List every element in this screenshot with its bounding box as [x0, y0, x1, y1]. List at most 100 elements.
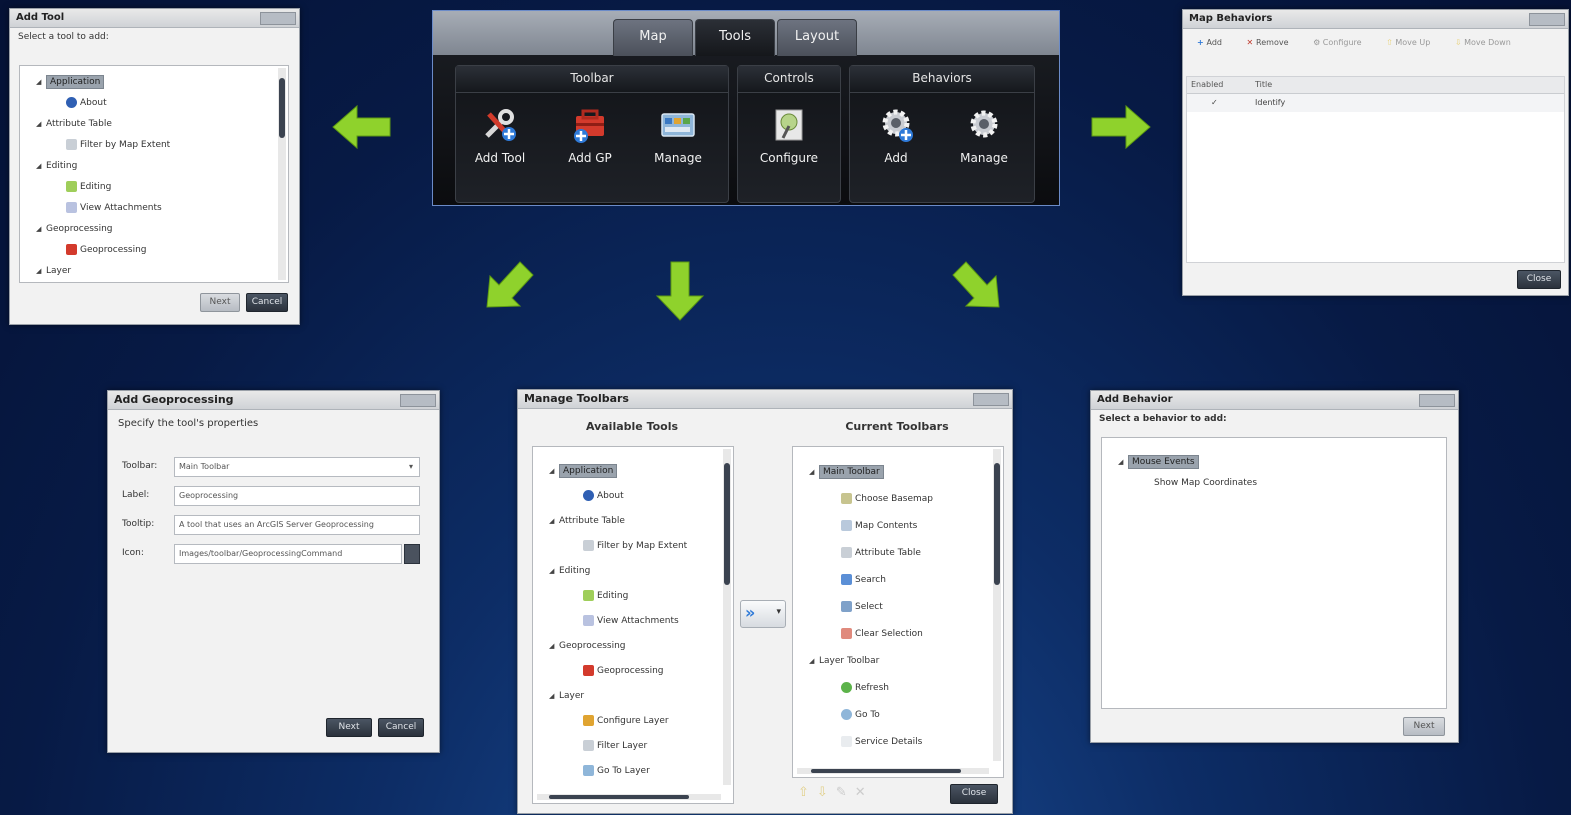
basemap-icon — [841, 493, 852, 504]
tree-item[interactable]: Clear Selection — [809, 621, 1003, 648]
icon-field-label: Icon: — [122, 548, 144, 558]
chevron-down-icon[interactable]: ▾ — [776, 607, 781, 617]
arrow-down-right-icon — [952, 261, 1000, 308]
tree-item[interactable]: Filter by Map Extent — [36, 135, 288, 156]
tree-item[interactable]: ◢ Layer Toolbar — [809, 648, 1003, 675]
behavior-title: Identify — [1255, 98, 1286, 107]
table-row[interactable]: ✓ Identify — [1187, 94, 1564, 112]
tree-item[interactable]: Editing — [549, 584, 733, 609]
tree-item[interactable]: Geoprocessing — [36, 240, 288, 261]
tree-item[interactable]: Filter Layer — [549, 734, 733, 759]
reorder-controls: ⇧⇩✎✕ — [798, 785, 874, 800]
tree-item[interactable]: ◢ Application — [36, 72, 288, 93]
tree-item[interactable]: Select — [809, 594, 1003, 621]
add-geoprocessing-title: Add Geoprocessing — [108, 391, 439, 410]
tree-item[interactable]: Geoprocessing — [549, 659, 733, 684]
horizontal-scrollbar[interactable] — [797, 768, 989, 774]
tree-item[interactable]: Editing — [36, 177, 288, 198]
tree-item[interactable]: Attribute Table — [809, 540, 1003, 567]
tree-item[interactable]: Show Map Coordinates — [1118, 473, 1446, 494]
window-controls[interactable] — [1529, 13, 1565, 26]
scrollbar[interactable] — [278, 68, 286, 280]
add-tool-tree[interactable]: ◢ Application About ◢ Attribute Table Filt… — [19, 65, 289, 283]
add-tool-subtitle: Select a tool to add: — [18, 32, 109, 42]
tree-item[interactable]: ◢ Layer — [549, 684, 733, 709]
move-down-action[interactable]: ⇩ Move Down — [1455, 38, 1511, 47]
remove-behavior-action[interactable]: ✕ Remove — [1247, 38, 1289, 47]
info-icon — [66, 97, 77, 108]
tree-item[interactable]: Search — [809, 567, 1003, 594]
tree-item[interactable]: View Attachments — [549, 609, 733, 634]
remove-icon[interactable]: ✕ — [855, 785, 874, 800]
tree-item[interactable]: Configure Layer — [549, 709, 733, 734]
tree-item[interactable]: ◢ Layer — [36, 261, 288, 282]
toolbox-icon — [583, 665, 594, 676]
arrow-down-left-icon — [486, 261, 534, 308]
enabled-checkbox[interactable]: ✓ — [1211, 94, 1218, 112]
tree-item[interactable]: ◢ Main Toolbar — [809, 459, 1003, 486]
current-toolbars-tree[interactable]: ◢ Main Toolbar Choose Basemap Map Content… — [792, 446, 1004, 778]
edit-icon[interactable]: ✎ — [836, 785, 855, 800]
close-button[interactable]: Close — [1517, 270, 1561, 289]
close-button[interactable]: Close — [950, 784, 998, 804]
arrow-down-icon — [655, 261, 705, 321]
tree-item[interactable]: Map Contents — [809, 513, 1003, 540]
window-controls[interactable] — [260, 12, 296, 25]
add-behavior-subtitle: Select a behavior to add: — [1099, 414, 1227, 424]
icon-input[interactable]: Images/toolbar/GeoprocessingCommand — [174, 544, 402, 564]
chevron-down-icon: ▾ — [408, 462, 413, 471]
column-enabled[interactable]: Enabled — [1191, 77, 1223, 93]
horizontal-scrollbar[interactable] — [537, 794, 721, 800]
attachment-icon — [66, 202, 77, 213]
tree-item[interactable]: ◢ Editing — [549, 559, 733, 584]
tree-item[interactable]: Service Details — [809, 729, 1003, 756]
tree-item[interactable]: About — [36, 93, 288, 114]
cancel-button[interactable]: Cancel — [246, 293, 288, 312]
toolbar-select[interactable]: Main Toolbar ▾ — [174, 457, 420, 477]
next-button[interactable]: Next — [326, 718, 372, 737]
window-controls[interactable] — [1419, 394, 1455, 407]
scrollbar[interactable] — [993, 449, 1001, 761]
move-down-icon[interactable]: ⇩ — [817, 785, 836, 800]
label-input[interactable]: Geoprocessing — [174, 486, 420, 506]
refresh-icon — [841, 682, 852, 693]
configure-behavior-action[interactable]: ⚙ Configure — [1313, 38, 1362, 47]
tree-item[interactable]: Refresh — [809, 675, 1003, 702]
edit-icon — [66, 181, 77, 192]
go-to-layer-icon — [583, 765, 594, 776]
add-geoprocessing-dialog: Add Geoprocessing Specify the tool's pro… — [107, 390, 440, 753]
cancel-button[interactable]: Cancel — [378, 718, 424, 737]
tree-item[interactable]: Choose Basemap — [809, 486, 1003, 513]
search-icon — [841, 574, 852, 585]
add-to-toolbar-button[interactable]: » ▾ — [740, 600, 786, 628]
table-icon — [841, 547, 852, 558]
browse-icon-button[interactable] — [404, 544, 420, 564]
move-up-icon[interactable]: ⇧ — [798, 785, 817, 800]
tooltip-input[interactable]: A tool that uses an ArcGIS Server Geopro… — [174, 515, 420, 535]
column-title[interactable]: Title — [1255, 77, 1272, 93]
add-behavior-action[interactable]: + Add — [1197, 38, 1222, 47]
tree-item[interactable]: Filter by Map Extent — [549, 534, 733, 559]
tree-item[interactable]: Go To — [809, 702, 1003, 729]
tree-item[interactable]: ◢ Attribute Table — [549, 509, 733, 534]
window-controls[interactable] — [400, 394, 436, 407]
tree-item[interactable]: Go To Layer — [549, 759, 733, 784]
available-tools-header: Available Tools — [585, 420, 679, 433]
tree-item[interactable]: ◢ Editing — [36, 156, 288, 177]
tree-item[interactable]: ◢ Geoprocessing — [36, 219, 288, 240]
behavior-tree[interactable]: ◢ Mouse Events Show Map Coordinates — [1101, 437, 1447, 709]
next-button[interactable]: Next — [200, 293, 240, 312]
move-up-action[interactable]: ⇧ Move Up — [1386, 38, 1430, 47]
scrollbar[interactable] — [723, 449, 731, 785]
tree-item[interactable]: About — [549, 484, 733, 509]
window-controls[interactable] — [973, 393, 1009, 406]
tree-item[interactable]: View Attachments — [36, 198, 288, 219]
edit-icon — [583, 590, 594, 601]
available-tools-tree[interactable]: ◢ Application About ◢ Attribute Table Filt… — [532, 446, 734, 804]
tree-item[interactable]: ◢ Application — [549, 459, 733, 484]
tree-item[interactable]: ◢ Geoprocessing — [549, 634, 733, 659]
tree-item[interactable]: ◢ Attribute Table — [36, 114, 288, 135]
configure-layer-icon — [583, 715, 594, 726]
next-button[interactable]: Next — [1403, 717, 1445, 736]
tree-item[interactable]: ◢ Mouse Events — [1118, 452, 1446, 473]
